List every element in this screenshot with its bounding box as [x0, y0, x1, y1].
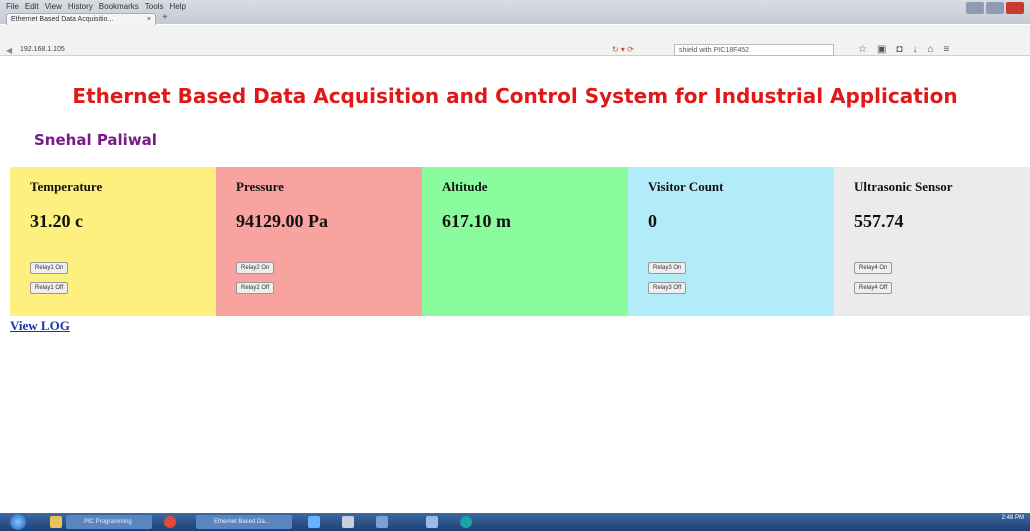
panel-label: Visitor Count — [648, 179, 724, 194]
home-icon[interactable]: ⌂ — [927, 44, 933, 55]
temperature-value: 31.20 c — [30, 211, 83, 231]
menu-file[interactable]: File — [6, 2, 19, 11]
relay4-off-button[interactable]: Relay4 Off — [854, 282, 893, 294]
app-icon[interactable] — [342, 516, 354, 528]
relay3-on-button[interactable]: Relay3 On — [648, 262, 687, 274]
altitude-panel: Altitude 617.10 m — [422, 167, 628, 316]
sensor-panels: Temperature 31.20 c Relay1 On Relay1 Off… — [10, 167, 1030, 316]
folder-icon[interactable] — [50, 516, 62, 528]
panel-label: Ultrasonic Sensor — [854, 179, 953, 194]
pressure-value: 94129.00 Pa — [236, 211, 328, 231]
relay1-off-button[interactable]: Relay1 Off — [30, 282, 69, 294]
back-icon[interactable]: ◀ — [6, 46, 12, 55]
close-button[interactable] — [1006, 2, 1024, 14]
relay2-off-button[interactable]: Relay2 Off — [236, 282, 275, 294]
url-bar[interactable]: 192.168.1.105 — [20, 46, 65, 53]
window-controls — [966, 2, 1024, 14]
clock: 2:48 PM — [1001, 515, 1024, 521]
menu-icon[interactable]: ≡ — [944, 44, 950, 55]
tab-close-icon[interactable]: × — [147, 14, 151, 25]
panel-label: Pressure — [236, 179, 284, 194]
temperature-panel: Temperature 31.20 c Relay1 On Relay1 Off — [10, 167, 216, 316]
ultrasonic-panel: Ultrasonic Sensor 557.74 Relay4 On Relay… — [834, 167, 1030, 316]
taskbar-item-pic[interactable]: PIC Programming — [66, 515, 152, 529]
relay2-on-button[interactable]: Relay2 On — [236, 262, 275, 274]
altitude-value: 617.10 m — [442, 211, 511, 231]
taskbar — [0, 513, 1030, 531]
menu-bookmarks[interactable]: Bookmarks — [99, 2, 139, 11]
download-icon[interactable]: ↓ — [912, 44, 917, 55]
panel-label: Altitude — [442, 179, 488, 194]
minimize-button[interactable] — [966, 2, 984, 14]
pocket-icon[interactable]: ◘ — [896, 44, 902, 55]
panel-label: Temperature — [30, 179, 103, 194]
start-button[interactable] — [10, 514, 26, 530]
page-title: Ethernet Based Data Acquisition and Cont… — [72, 84, 958, 108]
app-icon[interactable] — [426, 516, 438, 528]
menu-bar: File Edit View History Bookmarks Tools H… — [6, 2, 186, 11]
tab-title: Ethernet Based Data Acquisitio... — [11, 16, 114, 23]
app-icon[interactable] — [308, 516, 320, 528]
visitor-count-panel: Visitor Count 0 Relay3 On Relay3 Off — [628, 167, 834, 316]
chrome-icon[interactable] — [164, 516, 176, 528]
taskbar-item-firefox[interactable]: Ethernet Based Da... — [196, 515, 292, 529]
relay1-on-button[interactable]: Relay1 On — [30, 262, 69, 274]
app-icon[interactable] — [376, 516, 388, 528]
browser-tab[interactable]: Ethernet Based Data Acquisitio... × — [6, 13, 156, 25]
maximize-button[interactable] — [986, 2, 1004, 14]
author-name: Snehal Paliwal — [34, 131, 157, 149]
search-input[interactable]: shield with PIC18F452 — [674, 44, 834, 56]
relay3-off-button[interactable]: Relay3 Off — [648, 282, 687, 294]
relay4-on-button[interactable]: Relay4 On — [854, 262, 893, 274]
bookmark-icon[interactable]: ▣ — [877, 44, 886, 55]
menu-history[interactable]: History — [68, 2, 93, 11]
star-icon[interactable]: ☆ — [858, 44, 867, 55]
pressure-panel: Pressure 94129.00 Pa Relay2 On Relay2 Of… — [216, 167, 422, 316]
arduino-icon[interactable] — [460, 516, 472, 528]
menu-tools[interactable]: Tools — [145, 2, 164, 11]
new-tab-button[interactable]: + — [162, 12, 168, 23]
visitor-count-value: 0 — [648, 211, 657, 231]
toolbar-icons: ☆ ▣ ◘ ↓ ⌂ ≡ — [858, 44, 949, 55]
ultrasonic-value: 557.74 — [854, 211, 904, 231]
menu-edit[interactable]: Edit — [25, 2, 39, 11]
view-log-link[interactable]: View LOG — [10, 318, 70, 334]
menu-view[interactable]: View — [45, 2, 62, 11]
menu-help[interactable]: Help — [169, 2, 185, 11]
reload-icon[interactable]: ↻ ▾ ⟳ — [612, 45, 634, 54]
